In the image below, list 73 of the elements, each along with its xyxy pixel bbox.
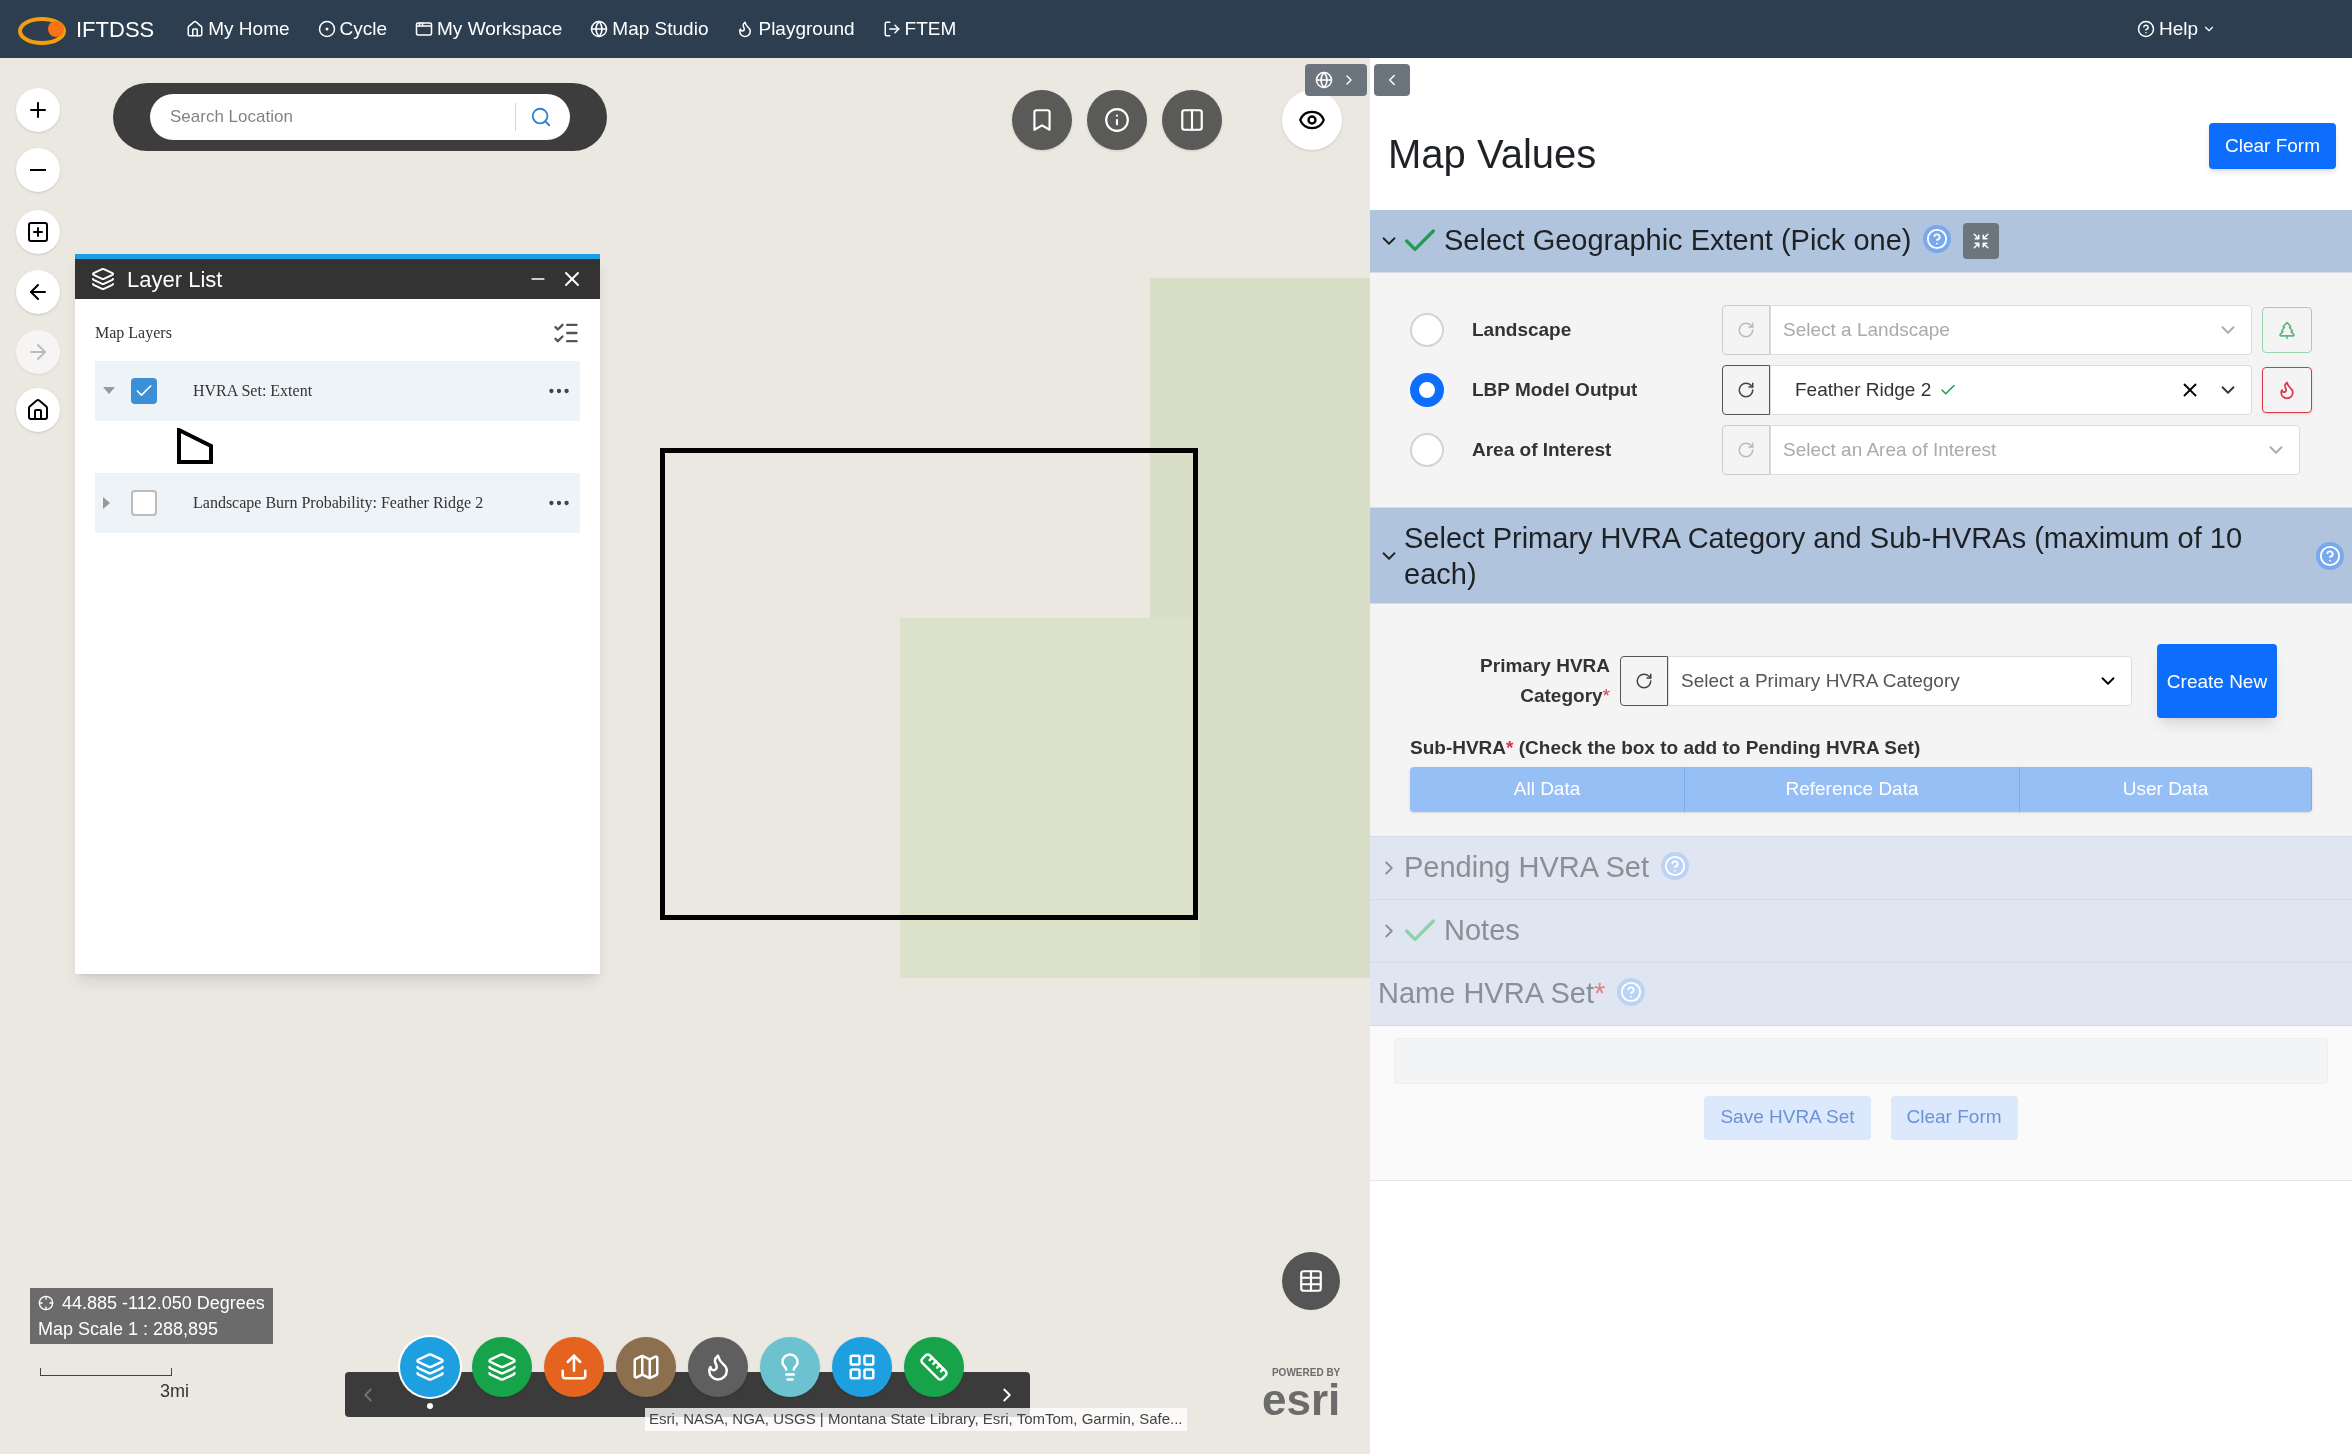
layers-icon <box>487 1352 517 1382</box>
crosshair-icon[interactable] <box>38 1295 54 1311</box>
table-icon <box>1298 1268 1324 1294</box>
option-label[interactable]: Area of Interest <box>1472 435 1722 465</box>
reset-button[interactable] <box>1620 656 1668 706</box>
search-field[interactable]: Search Location <box>150 94 570 140</box>
nav-link[interactable]: My Workspace <box>415 14 563 44</box>
flame-icon <box>2277 380 2297 400</box>
section-title[interactable]: Select Geographic Extent (Pick one) <box>1444 219 1912 263</box>
nav-link[interactable]: My Home <box>186 14 290 44</box>
collapse-panel-button[interactable] <box>1374 64 1410 96</box>
sub-hvra-label: Sub-HVRA* (Check the box to add to Pending HVRA Set) <box>1410 736 1922 760</box>
nav-link[interactable]: FTEM <box>882 14 957 44</box>
refresh-icon <box>1737 321 1755 339</box>
fire-button[interactable] <box>2262 367 2312 413</box>
collapse-icon[interactable] <box>1963 223 2000 259</box>
layer-name: Landscape Burn Probability: Feather Ridge 2 <box>193 493 485 514</box>
caret-down-icon[interactable] <box>103 387 115 395</box>
upload-icon <box>559 1352 589 1382</box>
selected-value: Feather Ridge 2 <box>1794 377 1932 402</box>
attribution-text: Esri, NASA, NGA, USGS | Montana State Library, Esri, TomTom, Garmin, Safe... <box>645 1408 1187 1431</box>
section-header[interactable]: Select Primary HVRA Category and Sub-HVRAs (maximum of 10 each) <box>1370 508 2352 604</box>
grid-icon <box>847 1352 877 1382</box>
minus-icon <box>30 169 46 171</box>
home-icon <box>26 398 50 422</box>
select-field[interactable]: Feather Ridge 2 <box>1770 365 2252 415</box>
nav-link[interactable]: Cycle <box>317 14 388 44</box>
search-icon[interactable] <box>530 106 552 128</box>
panel-title: Map Values <box>1387 131 1597 178</box>
option-label[interactable]: LBP Model Output <box>1472 375 1722 405</box>
esri-logo: POWERED BY esri <box>1262 1368 1341 1422</box>
exit-icon <box>882 20 901 38</box>
zoom-box-icon <box>26 220 50 244</box>
info-icon <box>1104 107 1130 133</box>
layers-icon <box>415 1352 445 1382</box>
refresh-icon <box>1737 441 1755 459</box>
section-title[interactable]: Select Primary HVRA Category and Sub-HVRAs (maximum of 10 each) <box>1404 519 2312 592</box>
panel-title: Layer List <box>127 265 224 294</box>
section-header[interactable]: Select Geographic Extent (Pick one) <box>1370 210 2352 273</box>
scale-bar-label: 3mi <box>160 1380 189 1403</box>
map-icon <box>631 1352 661 1382</box>
section-label: Map Layers <box>95 323 172 344</box>
globe-icon <box>1315 71 1333 89</box>
nav-link[interactable]: Playground <box>736 14 855 44</box>
ruler-icon <box>919 1352 949 1382</box>
coordinates-text: 44.885 -112.050 Degrees <box>62 1292 265 1315</box>
refresh-icon <box>1737 381 1755 399</box>
create-new-button[interactable]: Create New <box>2157 644 2277 718</box>
home-icon <box>186 20 205 38</box>
nav-link[interactable]: Map Studio <box>590 14 709 44</box>
globe-icon <box>590 20 609 38</box>
field-label: Primary HVRA Category* <box>1479 654 1610 708</box>
tree-icon <box>2277 320 2297 340</box>
split-view-icon <box>1179 107 1205 133</box>
layer-row[interactable]: Landscape Burn Probability: Feather Ridge 2 <box>95 473 580 533</box>
layer-checkbox[interactable] <box>131 490 157 516</box>
layer-name: HVRA Set: Extent <box>193 381 314 401</box>
basemap-button[interactable] <box>1305 64 1367 96</box>
refresh-icon <box>1635 672 1653 690</box>
layer-checkbox[interactable] <box>131 378 157 404</box>
select-field[interactable]: Select a Primary HVRA Category <box>1668 656 2132 706</box>
window-icon <box>415 20 434 38</box>
layers-icon <box>91 267 115 291</box>
map-scale-text: Map Scale 1 : 288,895 <box>38 1318 220 1341</box>
polygon-legend-icon <box>177 428 213 464</box>
help-menu[interactable]: Help <box>2136 14 2216 44</box>
option-label[interactable]: Landscape <box>1472 315 1722 345</box>
radio-button[interactable] <box>1410 373 1444 407</box>
clear-form-button[interactable]: Clear Form <box>2209 123 2336 169</box>
help-icon <box>2136 20 2155 38</box>
layer-row[interactable]: HVRA Set: Extent <box>95 361 580 421</box>
reset-button[interactable] <box>1722 365 1770 415</box>
app-logo-text[interactable]: IFTDSS <box>76 12 155 46</box>
